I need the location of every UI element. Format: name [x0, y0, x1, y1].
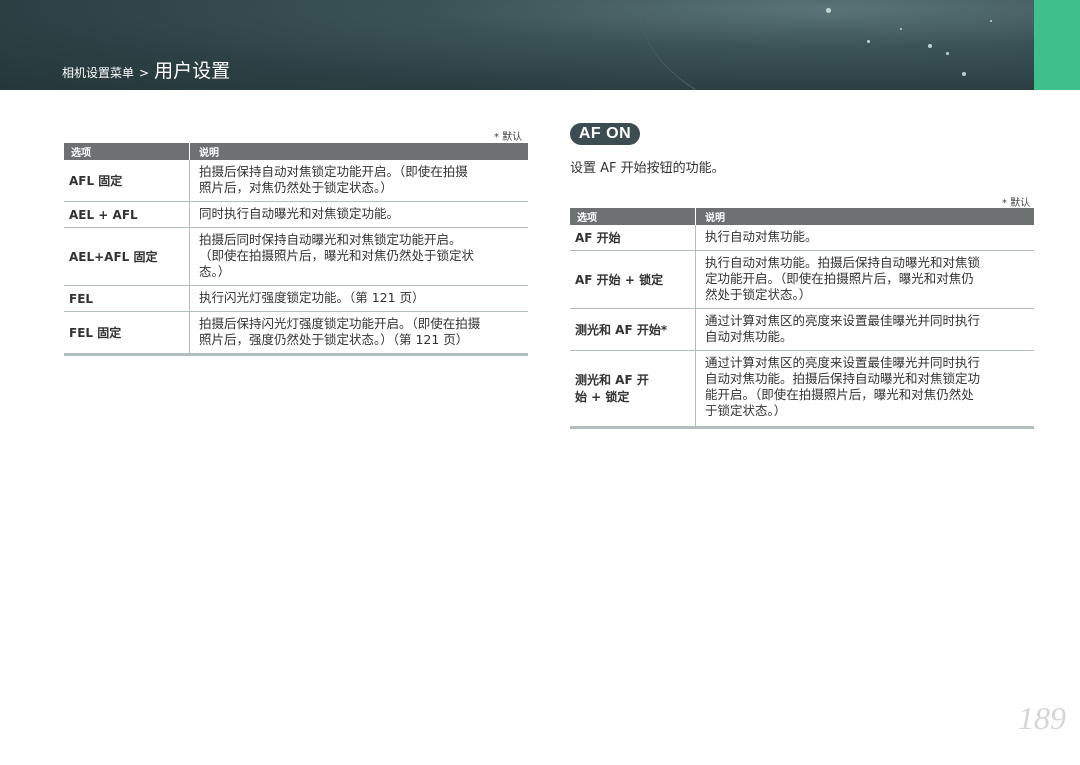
description-line: 拍摄后同时保持自动曝光和对焦锁定功能开启。: [199, 232, 462, 247]
option-description: 拍摄后保持闪光灯强度锁定功能开启。（即使在拍摄 照片后，强度仍然处于锁定状态。）（…: [190, 312, 528, 353]
description-line: 能开启。（即使在拍摄照片后，曝光和对焦仍然处: [705, 387, 974, 402]
option-name: AEL+AFL 固定: [64, 228, 190, 285]
description-line: 自动对焦功能。拍摄后保持自动曝光和对焦锁定功: [705, 371, 981, 386]
column-header-option: 选项: [570, 208, 696, 225]
column-header-description: 说明: [199, 148, 219, 159]
sparkle-decoration: [928, 44, 932, 48]
table-end-line: [570, 427, 1034, 429]
sparkle-decoration: [946, 52, 949, 55]
description-line: 同时执行自动曝光和对焦锁定功能。: [199, 206, 400, 221]
sparkle-decoration: [867, 40, 870, 43]
table-row: FEL 执行闪光灯强度锁定功能。（第 121 页）: [64, 286, 528, 312]
sparkle-decoration: [990, 20, 992, 22]
table-end-line: [64, 354, 528, 356]
option-name: FEL: [64, 286, 190, 311]
option-description: 执行自动对焦功能。: [696, 225, 1034, 250]
table-row: AFL 固定 拍摄后保持自动对焦锁定功能开启。（即使在拍摄 照片后，对焦仍然处于锁定…: [64, 160, 528, 202]
sparkle-decoration: [962, 72, 966, 76]
column-header-description: 说明: [705, 213, 725, 224]
breadcrumb-separator: >: [139, 66, 150, 80]
option-name: AEL + AFL: [64, 202, 190, 227]
default-note: * 默认: [1002, 198, 1031, 209]
description-line: 执行自动对焦功能。: [705, 229, 818, 244]
option-name: 测光和 AF 开始*: [570, 309, 696, 350]
option-description: 同时执行自动曝光和对焦锁定功能。: [190, 202, 528, 227]
table-row: AF 开始 执行自动对焦功能。: [570, 225, 1034, 251]
page-title: 用户设置: [154, 60, 231, 82]
table-header: 选项 说明: [570, 208, 1034, 225]
description-line: 自动对焦功能。: [705, 329, 793, 344]
table-header: 选项 说明: [64, 143, 528, 160]
option-name: AF 开始 + 锁定: [570, 251, 696, 308]
column-header-option: 选项: [64, 143, 190, 160]
header-banner: 相机设置菜单 > 用户设置: [0, 0, 1034, 90]
description-line: 拍摄后保持闪光灯强度锁定功能开启。（即使在拍摄: [199, 316, 481, 331]
table-row: AEL + AFL 同时执行自动曝光和对焦锁定功能。: [64, 202, 528, 228]
chapter-tab[interactable]: [1034, 0, 1080, 90]
description-line: 然处于锁定状态。）: [705, 287, 812, 302]
option-name: 测光和 AF 开始 + 锁定: [570, 351, 696, 426]
description-line: （即使在拍摄照片后，曝光和对焦仍然处于锁定状: [199, 248, 475, 263]
description-line: 通过计算对焦区的亮度来设置最佳曝光并同时执行: [705, 313, 981, 328]
description-line: 通过计算对焦区的亮度来设置最佳曝光并同时执行: [705, 355, 981, 370]
description-line: 定功能开启。（即使在拍摄照片后，曝光和对焦仍: [705, 271, 974, 286]
description-line: 照片后，强度仍然处于锁定状态。）（第 121 页）: [199, 332, 469, 347]
option-description: 通过计算对焦区的亮度来设置最佳曝光并同时执行 自动对焦功能。拍摄后保持自动曝光和对…: [696, 351, 1034, 426]
description-line: 拍摄后保持自动对焦锁定功能开启。（即使在拍摄: [199, 164, 468, 179]
option-description: 通过计算对焦区的亮度来设置最佳曝光并同时执行 自动对焦功能。: [696, 309, 1034, 350]
breadcrumb: 相机设置菜单 > 用户设置: [62, 56, 230, 83]
af-on-description: 设置 AF 开始按钮的功能。: [570, 161, 725, 176]
page-number: 189: [1018, 700, 1066, 736]
option-description: 执行闪光灯强度锁定功能。（第 121 页）: [190, 286, 528, 311]
options-table-left: 选项 说明 AFL 固定 拍摄后保持自动对焦锁定功能开启。（即使在拍摄 照片后，对焦…: [64, 143, 528, 356]
table-row: 测光和 AF 开始* 通过计算对焦区的亮度来设置最佳曝光并同时执行 自动对焦功能。: [570, 309, 1034, 351]
options-table-af-on: 选项 说明 AF 开始 执行自动对焦功能。 AF 开始 + 锁定 执行自动对焦功能。拍…: [570, 208, 1034, 429]
description-line: 照片后，对焦仍然处于锁定状态。）: [199, 180, 393, 195]
description-line: 于锁定状态。）: [705, 403, 787, 418]
option-name: FEL 固定: [64, 312, 190, 353]
description-line: 执行自动对焦功能。拍摄后保持自动曝光和对焦锁: [705, 255, 981, 270]
table-row: AF 开始 + 锁定 执行自动对焦功能。拍摄后保持自动曝光和对焦锁 定功能开启。（即…: [570, 251, 1034, 309]
table-row: AEL+AFL 固定 拍摄后同时保持自动曝光和对焦锁定功能开启。 （即使在拍摄照片后…: [64, 228, 528, 286]
option-name: AF 开始: [570, 225, 696, 250]
table-row: FEL 固定 拍摄后保持闪光灯强度锁定功能开启。（即使在拍摄 照片后，强度仍然处于锁…: [64, 312, 528, 354]
option-description: 拍摄后同时保持自动曝光和对焦锁定功能开启。 （即使在拍摄照片后，曝光和对焦仍然处于…: [190, 228, 528, 285]
breadcrumb-parent[interactable]: 相机设置菜单: [62, 64, 134, 81]
decorative-arc: [640, 0, 1034, 90]
default-note: * 默认: [494, 132, 523, 143]
option-description: 执行自动对焦功能。拍摄后保持自动曝光和对焦锁 定功能开启。（即使在拍摄照片后，曝光…: [696, 251, 1034, 308]
option-name: AFL 固定: [64, 160, 190, 201]
option-description: 拍摄后保持自动对焦锁定功能开启。（即使在拍摄 照片后，对焦仍然处于锁定状态。）: [190, 160, 528, 201]
description-line: 态。）: [199, 264, 231, 279]
description-line: 执行闪光灯强度锁定功能。（第 121 页）: [199, 290, 425, 305]
sparkle-decoration: [826, 8, 831, 13]
af-on-badge: AF ON: [570, 123, 640, 145]
sparkle-decoration: [900, 28, 902, 30]
table-row: 测光和 AF 开始 + 锁定 通过计算对焦区的亮度来设置最佳曝光并同时执行 自动对焦…: [570, 351, 1034, 427]
